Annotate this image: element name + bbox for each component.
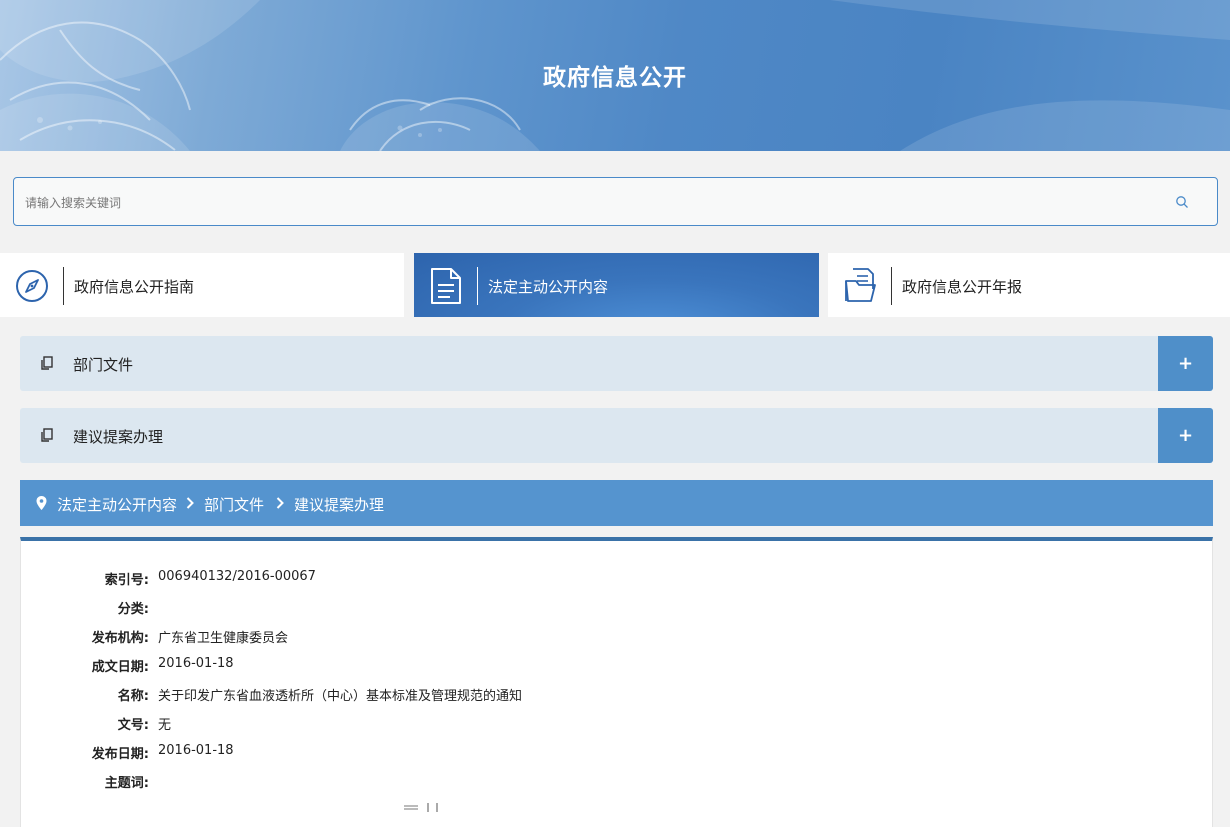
info-key: 主题词:: [104, 776, 149, 791]
accordion-label: 部门文件: [73, 356, 134, 374]
page-title: 政府信息公开: [543, 65, 687, 91]
tab-annual-report[interactable]: 政府信息公开年报: [828, 253, 1230, 317]
chevron-right-icon: [186, 497, 194, 509]
document-info-panel: 索引号: 006940132/2016-00067 分类: 发布机构: 广东省卫…: [20, 537, 1213, 827]
info-row-doc-number: 文号: 无: [21, 714, 1121, 734]
search-icon[interactable]: [1175, 195, 1189, 209]
info-key: 成文日期:: [91, 660, 149, 675]
accordion-department-files[interactable]: 部门文件 +: [20, 336, 1213, 391]
tab-separator: [891, 267, 892, 305]
compass-icon: [16, 270, 48, 302]
info-value: 广东省卫生健康委员会: [158, 631, 289, 646]
document-icon: [431, 268, 461, 304]
accordion-proposal-handling[interactable]: 建议提案办理 +: [20, 408, 1213, 463]
location-pin-icon: [36, 496, 47, 510]
chevron-right-icon: [276, 497, 284, 509]
info-row-index: 索引号: 006940132/2016-00067: [21, 569, 1121, 589]
search-bar: [13, 177, 1218, 227]
info-value: 006940132/2016-00067: [158, 569, 316, 584]
folder-icon: [845, 268, 876, 302]
search-input[interactable]: [23, 178, 1147, 227]
copy-icon: [41, 428, 53, 442]
info-row-publisher: 发布机构: 广东省卫生健康委员会: [21, 627, 1121, 647]
info-row-written-date: 成文日期: 2016-01-18: [21, 656, 1121, 676]
scroll-handle-icon: [404, 803, 438, 812]
info-key: 名称:: [117, 689, 149, 704]
info-key: 发布日期:: [91, 747, 149, 762]
expand-button[interactable]: +: [1158, 408, 1213, 463]
breadcrumb-item[interactable]: 建议提案办理: [294, 494, 384, 515]
tab-disclosure-guide[interactable]: 政府信息公开指南: [0, 253, 404, 317]
info-key: 文号:: [117, 718, 149, 733]
info-key: 发布机构:: [91, 631, 149, 646]
tab-separator: [477, 267, 478, 305]
tab-statutory-content[interactable]: 法定主动公开内容: [414, 253, 819, 317]
breadcrumb: 法定主动公开内容 部门文件 建议提案办理: [20, 480, 1213, 526]
expand-button[interactable]: +: [1158, 336, 1213, 391]
info-row-publish-date: 发布日期: 2016-01-18: [21, 743, 1121, 763]
accordion-label: 建议提案办理: [73, 428, 164, 446]
tab-label: 政府信息公开指南: [74, 278, 195, 296]
tab-separator: [63, 267, 64, 305]
breadcrumb-item[interactable]: 法定主动公开内容: [57, 494, 177, 515]
tab-label: 政府信息公开年报: [902, 278, 1023, 296]
info-row-keywords: 主题词:: [21, 772, 1121, 792]
info-row-name: 名称: 关于印发广东省血液透析所（中心）基本标准及管理规范的通知: [21, 685, 1121, 705]
info-key: 分类:: [117, 602, 149, 617]
info-value: 2016-01-18: [158, 656, 234, 671]
banner: 政府信息公开: [0, 0, 1230, 151]
info-value: 2016-01-18: [158, 743, 234, 758]
copy-icon: [41, 356, 53, 370]
tab-label: 法定主动公开内容: [488, 278, 609, 296]
info-value: 无: [158, 718, 172, 733]
info-key: 索引号:: [104, 573, 149, 588]
info-row-category: 分类:: [21, 598, 1121, 618]
info-value: 关于印发广东省血液透析所（中心）基本标准及管理规范的通知: [158, 689, 523, 704]
breadcrumb-item[interactable]: 部门文件: [204, 494, 264, 515]
